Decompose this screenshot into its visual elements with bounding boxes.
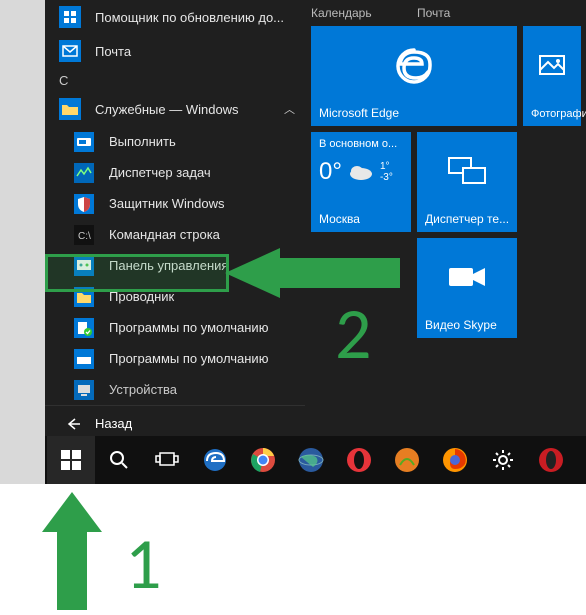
globe-icon — [298, 447, 324, 473]
opera-icon — [346, 447, 372, 473]
weather-lo: -3° — [380, 172, 393, 183]
svg-text:C:\: C:\ — [78, 231, 91, 242]
taskbar-app-round[interactable] — [383, 436, 431, 484]
update-assistant-icon — [59, 6, 81, 28]
tile-header-label: Календарь — [311, 6, 372, 20]
app-label: Программы по умолчанию — [109, 320, 268, 335]
start-apps-list: Помощник по обновлению до... Почта С Слу… — [45, 0, 305, 436]
app-label: Командная строка — [109, 227, 220, 242]
start-button[interactable] — [47, 436, 95, 484]
app-label: Программы по умолчанию — [109, 351, 268, 366]
tile-remote-desktop[interactable]: Диспетчер те... — [417, 132, 517, 232]
app-label: Выполнить — [109, 134, 176, 149]
app-cmd[interactable]: C:\ Командная строка — [45, 219, 305, 250]
back-arrow-icon — [65, 416, 81, 432]
tile-label: Диспетчер те... — [425, 212, 509, 226]
remote-desktop-icon — [447, 156, 487, 188]
mail-icon — [59, 40, 81, 62]
explorer-icon — [73, 286, 95, 308]
section-label: С — [59, 73, 68, 88]
task-manager-icon — [73, 162, 95, 184]
back-label: Назад — [95, 416, 132, 431]
chrome-icon — [250, 447, 276, 473]
annotation-number-2: 2 — [335, 290, 372, 378]
search-button[interactable] — [95, 436, 143, 484]
taskbar-firefox[interactable] — [431, 436, 479, 484]
tile-header-label: Почта — [417, 6, 450, 20]
search-icon — [109, 450, 129, 470]
gear-icon — [491, 448, 515, 472]
app-default-programs[interactable]: Программы по умолчанию — [45, 312, 305, 343]
annotation-number-1: 1 — [125, 520, 162, 608]
taskbar — [45, 436, 586, 484]
devices-icon — [73, 379, 95, 401]
tile-label: Microsoft Edge — [319, 106, 399, 120]
annotation-arrow-1 — [42, 492, 102, 610]
section-header-c[interactable]: С — [45, 68, 305, 92]
tile-photos[interactable]: Фотографии — [523, 26, 581, 126]
edge-icon — [202, 447, 228, 473]
app-default-programs-2[interactable]: Программы по умолчанию — [45, 343, 305, 374]
app-explorer[interactable]: Проводник — [45, 281, 305, 312]
default-programs-icon — [73, 348, 95, 370]
tile-label: Фотографии — [531, 108, 586, 120]
firefox-icon — [442, 447, 468, 473]
tile-label: Видео Skype — [425, 318, 497, 332]
taskbar-settings[interactable] — [479, 436, 527, 484]
weather-cloud-icon — [348, 163, 374, 181]
folder-system-tools[interactable]: Служебные — Windows ︿ — [45, 92, 305, 126]
taskbar-chrome[interactable] — [239, 436, 287, 484]
back-button[interactable]: Назад — [45, 405, 305, 436]
control-panel-icon — [73, 255, 95, 277]
system-tools-sublist: Выполнить Диспетчер задач Защитник Windo… — [45, 126, 305, 405]
tile-header-mail: Почта — [417, 6, 517, 20]
app-devices[interactable]: Устройства — [45, 374, 305, 405]
app-task-manager[interactable]: Диспетчер задач — [45, 157, 305, 188]
start-menu: Помощник по обновлению до... Почта С Слу… — [45, 0, 586, 436]
opera-icon — [538, 447, 564, 473]
edge-icon — [392, 44, 436, 88]
task-view-button[interactable] — [143, 436, 191, 484]
app-run[interactable]: Выполнить — [45, 126, 305, 157]
tile-weather[interactable]: В основном о... 0° 1° -3° Москва — [311, 132, 411, 232]
app-label: Устройства — [109, 382, 177, 397]
app-label: Помощник по обновлению до... — [95, 10, 284, 25]
cmd-icon: C:\ — [73, 224, 95, 246]
app-label: Проводник — [109, 289, 174, 304]
weather-hi: 1° — [380, 161, 393, 172]
tile-edge[interactable]: Microsoft Edge — [311, 26, 517, 126]
taskbar-opera[interactable] — [335, 436, 383, 484]
round-app-icon — [394, 447, 420, 473]
app-label: Панель управления — [109, 258, 228, 273]
app-label: Почта — [95, 44, 131, 59]
weather-title: В основном о... — [319, 138, 403, 150]
weather-temp: 0° — [319, 158, 342, 186]
chevron-up-icon: ︿ — [284, 101, 295, 117]
tile-header-calendar: Календарь — [311, 6, 411, 20]
app-label: Диспетчер задач — [109, 165, 211, 180]
run-icon — [73, 131, 95, 153]
app-label: Защитник Windows — [109, 196, 224, 211]
photos-icon — [537, 51, 567, 81]
default-programs-icon — [73, 317, 95, 339]
task-view-icon — [155, 451, 179, 469]
app-update-assistant[interactable]: Помощник по обновлению до... — [45, 0, 305, 34]
tile-skype-video[interactable]: Видео Skype — [417, 238, 517, 338]
folder-icon — [59, 98, 81, 120]
taskbar-opera-2[interactable] — [527, 436, 575, 484]
taskbar-app-globe[interactable] — [287, 436, 335, 484]
video-camera-icon — [447, 264, 487, 292]
app-label: Служебные — Windows — [95, 102, 239, 117]
app-control-panel[interactable]: Панель управления — [45, 250, 305, 281]
taskbar-edge[interactable] — [191, 436, 239, 484]
app-mail[interactable]: Почта — [45, 34, 305, 68]
shield-icon — [73, 193, 95, 215]
weather-city: Москва — [319, 212, 360, 226]
windows-icon — [61, 450, 81, 470]
app-defender[interactable]: Защитник Windows — [45, 188, 305, 219]
